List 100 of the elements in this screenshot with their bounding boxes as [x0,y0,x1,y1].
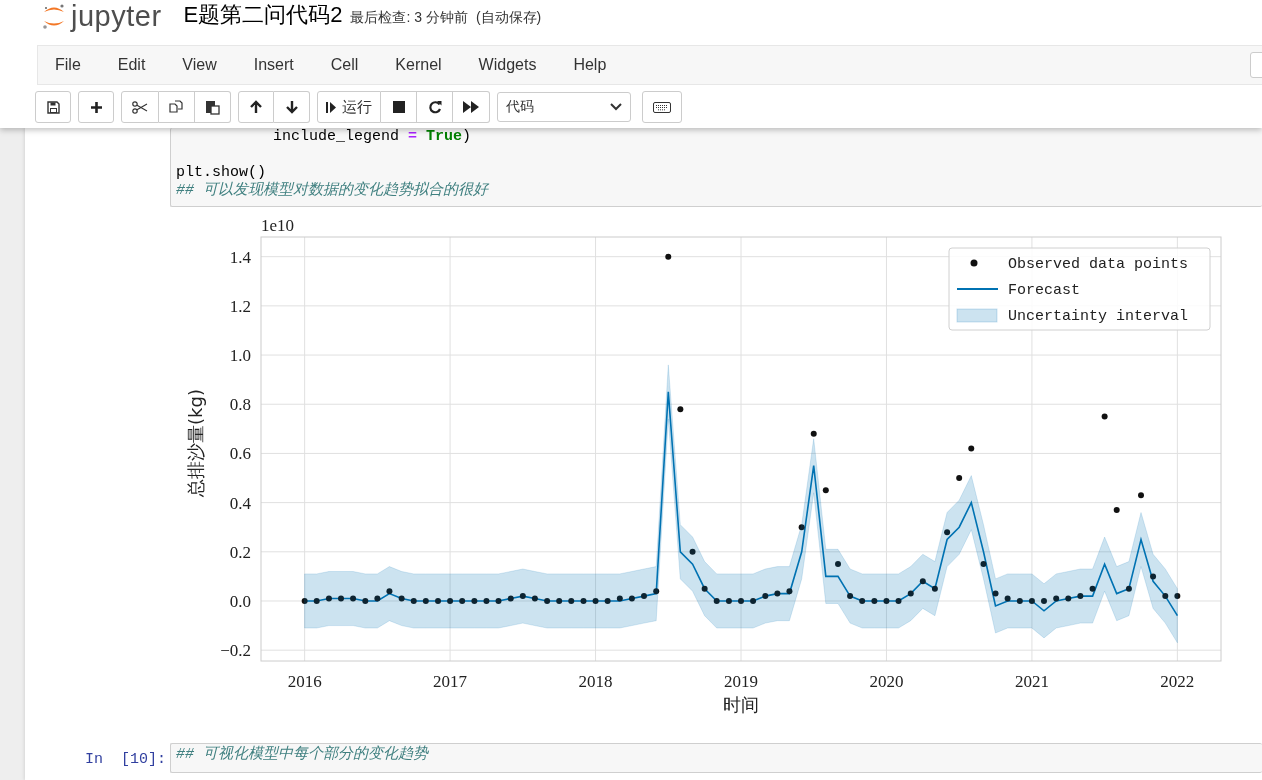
data-point [447,598,454,604]
data-point [519,593,526,600]
data-point [507,595,514,602]
data-point [822,487,829,494]
jupyter-logo[interactable]: jupyter [41,0,162,33]
data-point [653,588,660,595]
save-button[interactable] [35,91,71,123]
data-point [907,590,914,597]
move-down-button[interactable] [274,91,310,123]
run-button[interactable]: 运行 [317,91,381,123]
cell-type-select[interactable]: 代码 [497,92,631,122]
data-point [338,595,344,602]
data-point [738,598,744,604]
autosave-status: (自动保存) [475,9,542,27]
data-point [374,595,381,602]
menu-item[interactable]: Widgets [466,56,553,74]
data-point [992,590,999,597]
data-point [1113,507,1120,513]
data-point [580,598,587,604]
data-point [1101,413,1108,420]
data-point [1028,598,1035,604]
data-point [835,561,841,568]
y-tick-label: 0.2 [229,542,251,562]
x-tick-label: 2020 [869,672,904,691]
data-point [1089,585,1096,592]
data-point [1162,593,1169,600]
data-point [398,595,405,602]
y-tick-label: 1.4 [229,247,251,267]
plus-icon [89,100,103,114]
notebook-name[interactable]: E题第二问代码2 [183,0,343,30]
data-point [531,595,538,602]
legend-label: Forecast [1008,282,1080,299]
data-point [1138,492,1144,499]
stop-button[interactable] [381,91,417,123]
data-point [968,445,975,452]
menu-item[interactable]: Cell [318,56,375,74]
move-up-button[interactable] [238,91,274,123]
data-point [1041,598,1047,604]
data-point [1004,595,1011,602]
y-tick-label: −0.2 [220,641,251,661]
chevron-down-icon [610,103,622,111]
menu-item[interactable]: Kernel [383,56,458,74]
code-cell[interactable]: include_legend = True) plt.show() ## 可以发现模型对数据的变化趋势拟合的很好 [170,128,1262,207]
data-point [883,598,890,604]
data-point [422,598,429,604]
insert-cell-button[interactable] [78,91,114,123]
y-tick-label: 1.2 [229,296,251,316]
data-point [750,598,757,604]
data-point [677,406,684,413]
menu-item[interactable]: Insert [241,56,310,74]
y-tick-label: 0.0 [229,592,251,611]
data-point [459,598,466,604]
stop-icon [392,101,405,113]
arrow-up-icon [249,100,263,114]
data-point [786,588,793,595]
data-point [919,578,926,585]
cell-prompt: In [10]: [85,751,166,768]
cut-button[interactable] [121,91,159,123]
data-point [568,598,575,604]
data-point [556,598,563,604]
data-point [871,598,878,604]
data-point [386,588,393,595]
y-tick-label: 0.4 [229,493,251,513]
x-tick-label: 2017 [433,672,468,691]
code-line: plt.show() [176,163,267,181]
paste-button[interactable] [195,91,231,123]
y-tick-label: 0.6 [229,444,251,464]
restart-button[interactable] [417,91,453,123]
data-point [1174,593,1181,600]
data-point [362,598,369,604]
data-point [774,590,781,597]
data-point [1150,573,1157,580]
offset-label: 1e10 [261,216,295,235]
data-point [1125,585,1132,592]
data-point [641,593,647,600]
scissors-icon [132,100,148,114]
arrow-down-icon [284,100,299,114]
x-tick-label: 2019 [724,672,758,691]
data-point [956,475,963,481]
code-line: ## 可以发现模型对数据的变化趋势拟合的很好 [176,182,490,200]
menu-item[interactable]: Edit [105,56,162,74]
menu-item[interactable]: File [43,56,97,74]
menu-item[interactable]: View [170,56,233,74]
x-tick-label: 2018 [578,672,613,691]
data-point [665,253,672,260]
data-point [725,598,732,604]
menu-item[interactable]: Help [561,56,623,74]
copy-button[interactable] [159,91,195,123]
step-icon [326,100,336,114]
save-icon [46,100,60,114]
data-point [944,529,951,536]
y-tick-label: 1.0 [229,346,251,366]
legend-label: Uncertainty interval [1008,308,1189,325]
code-cell[interactable]: ## 可视化模型中每个部分的变化趋势 [170,743,1262,773]
data-point [1065,595,1072,602]
data-point [313,598,320,604]
data-point [350,595,357,602]
data-point [410,598,417,604]
run-all-button[interactable] [453,91,490,123]
command-palette-button[interactable] [642,91,682,123]
